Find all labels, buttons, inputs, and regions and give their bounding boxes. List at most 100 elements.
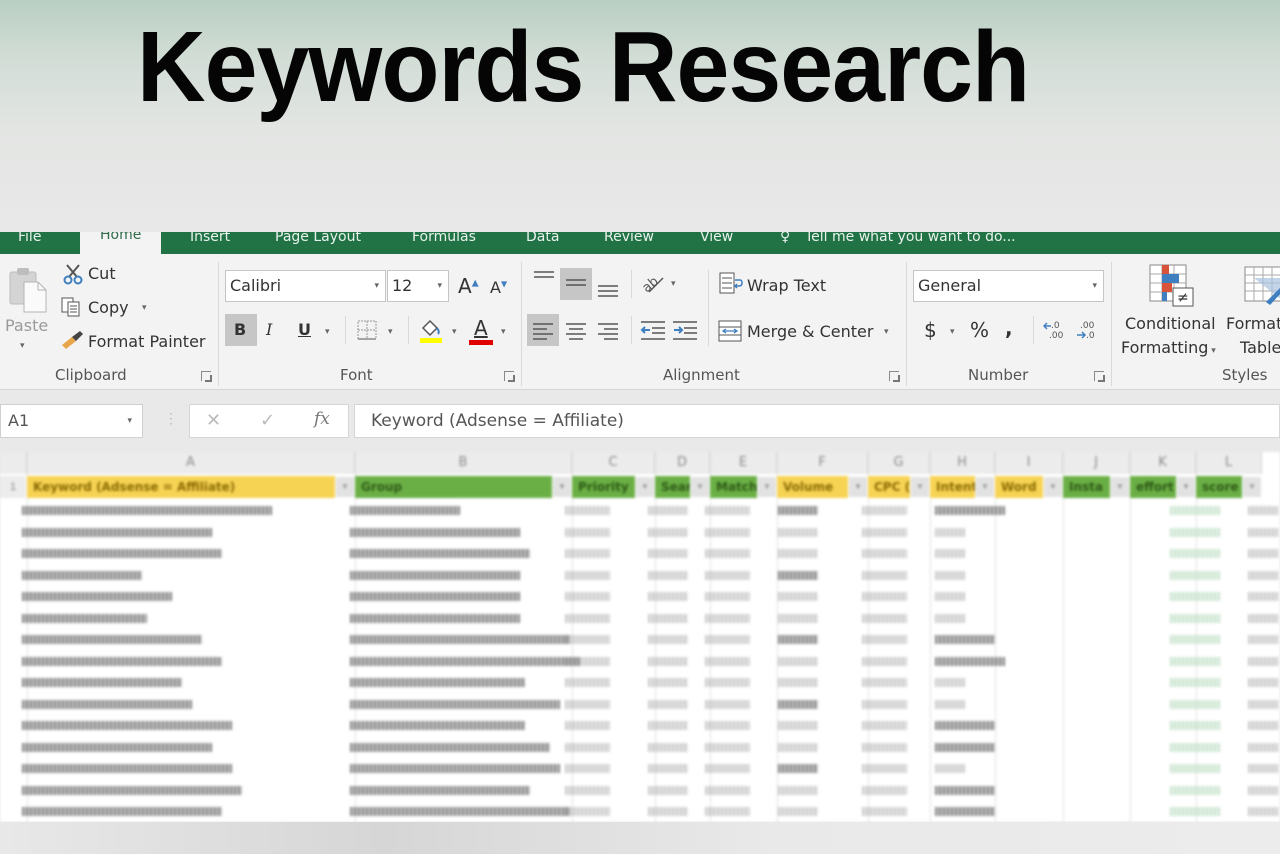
table-row[interactable] xyxy=(0,522,1280,543)
format-as-table-button-line2[interactable]: Table xyxy=(1240,338,1280,357)
bold-button[interactable]: B xyxy=(234,320,246,339)
merge-center-dropdown-arrow[interactable]: ▾ xyxy=(884,326,889,337)
number-format-select[interactable]: General ▾ xyxy=(913,270,1104,302)
header-cell-k[interactable]: effort xyxy=(1130,476,1176,498)
formula-input[interactable]: Keyword (Adsense = Affiliate) xyxy=(354,404,1280,438)
orientation-icon[interactable]: ab xyxy=(640,272,667,299)
format-painter-button[interactable]: Format Painter xyxy=(88,332,205,351)
conditional-formatting-button-line2[interactable]: Formatting ▾ xyxy=(1121,338,1216,357)
clipboard-launcher-icon[interactable] xyxy=(201,371,212,382)
header-cell-f[interactable]: Volume xyxy=(777,476,848,498)
tab-home[interactable]: Home xyxy=(80,232,162,254)
formula-bar-grip[interactable]: ⋮ xyxy=(164,410,178,427)
paste-icon[interactable] xyxy=(8,266,48,319)
tab-data[interactable]: Data xyxy=(526,232,559,254)
table-row[interactable] xyxy=(0,737,1280,758)
number-launcher-icon[interactable] xyxy=(1094,371,1105,382)
align-right-icon[interactable] xyxy=(597,322,619,345)
table-row[interactable] xyxy=(0,801,1280,822)
underline-button[interactable]: U xyxy=(298,320,311,339)
filter-dropdown-icon[interactable]: ▼ xyxy=(691,477,709,497)
font-color-dropdown-arrow[interactable]: ▾ xyxy=(501,326,506,337)
column-header-d[interactable]: D xyxy=(655,452,710,474)
tell-me-search[interactable]: Tell me what you want to do... xyxy=(805,232,1016,254)
tab-review[interactable]: Review xyxy=(604,232,654,254)
header-cell-i[interactable]: Word xyxy=(995,476,1043,498)
increase-decimal-icon[interactable]: .0.00 xyxy=(1042,318,1069,347)
table-row[interactable] xyxy=(0,694,1280,715)
paste-button[interactable]: Paste xyxy=(5,316,48,335)
row-header-1[interactable]: 1 xyxy=(0,476,26,498)
tab-formulas[interactable]: Formulas xyxy=(412,232,476,254)
currency-dropdown-arrow[interactable]: ▾ xyxy=(950,326,955,337)
percent-button[interactable]: % xyxy=(970,318,989,342)
bottom-align-icon[interactable] xyxy=(597,284,619,303)
middle-align-icon[interactable] xyxy=(565,278,587,297)
comma-style-button[interactable]: , xyxy=(1005,316,1013,340)
column-header-e[interactable]: E xyxy=(710,452,777,474)
borders-dropdown-arrow[interactable]: ▾ xyxy=(388,326,393,337)
column-header-g[interactable]: G xyxy=(868,452,930,474)
fill-color-icon[interactable] xyxy=(418,316,444,349)
cut-button[interactable]: Cut xyxy=(88,264,116,283)
tab-insert[interactable]: Insert xyxy=(190,232,230,254)
borders-icon[interactable] xyxy=(357,320,377,345)
increase-indent-icon[interactable] xyxy=(672,320,698,347)
filter-dropdown-icon[interactable]: ▼ xyxy=(1044,477,1062,497)
cancel-entry-button[interactable]: ✕ xyxy=(206,410,221,431)
font-launcher-icon[interactable] xyxy=(504,371,515,382)
tab-page-layout[interactable]: Page Layout xyxy=(275,232,361,254)
top-align-icon[interactable] xyxy=(533,270,555,289)
table-row[interactable] xyxy=(0,629,1280,650)
italic-button[interactable]: I xyxy=(266,320,272,339)
filter-dropdown-icon[interactable]: ▼ xyxy=(1111,477,1129,497)
copy-dropdown-arrow[interactable]: ▾ xyxy=(142,302,147,313)
format-as-table-button[interactable]: Format xyxy=(1226,314,1280,333)
column-header-h[interactable]: H xyxy=(930,452,995,474)
decrease-indent-icon[interactable] xyxy=(640,320,666,347)
decrease-decimal-icon[interactable]: .00.0 xyxy=(1074,318,1100,347)
table-row[interactable] xyxy=(0,651,1280,672)
filter-dropdown-icon[interactable]: ▼ xyxy=(336,477,354,497)
header-cell-a[interactable]: Keyword (Adsense = Affiliate) xyxy=(27,476,335,498)
merge-center-button[interactable]: Merge & Center xyxy=(747,322,873,341)
column-header-k[interactable]: K xyxy=(1130,452,1196,474)
paste-dropdown-arrow[interactable]: ▾ xyxy=(20,340,25,351)
filter-dropdown-icon[interactable]: ▼ xyxy=(1177,477,1195,497)
currency-button[interactable]: $ xyxy=(924,318,937,342)
align-center-icon[interactable] xyxy=(565,322,587,345)
align-left-icon[interactable] xyxy=(532,322,554,345)
table-row[interactable] xyxy=(0,500,1280,521)
header-cell-j[interactable]: Insta xyxy=(1063,476,1110,498)
font-name-select[interactable]: Calibri ▾ xyxy=(225,270,386,302)
grow-font-button[interactable]: A▲ xyxy=(458,274,479,298)
font-color-button[interactable]: A xyxy=(474,316,488,340)
table-row[interactable] xyxy=(0,565,1280,586)
header-cell-g[interactable]: CPC ( xyxy=(868,476,910,498)
filter-dropdown-icon[interactable]: ▼ xyxy=(911,477,929,497)
font-size-select[interactable]: 12 ▾ xyxy=(387,270,449,302)
column-header-i[interactable]: I xyxy=(995,452,1063,474)
spreadsheet-grid[interactable]: A B C D E F G H I J K L 1 Keyword (Adsense = Affiliat… xyxy=(0,452,1280,822)
column-header-b[interactable]: B xyxy=(355,452,572,474)
filter-dropdown-icon[interactable]: ▼ xyxy=(553,477,571,497)
copy-button[interactable]: Copy xyxy=(88,298,129,317)
header-cell-l[interactable]: score xyxy=(1196,476,1242,498)
table-row[interactable] xyxy=(0,608,1280,629)
column-header-l[interactable]: L xyxy=(1196,452,1262,474)
column-header-a[interactable]: A xyxy=(27,452,355,474)
conditional-formatting-button[interactable]: Conditional xyxy=(1125,314,1216,333)
table-row[interactable] xyxy=(0,780,1280,801)
header-cell-e[interactable]: Match xyxy=(710,476,757,498)
header-cell-d[interactable]: Searc xyxy=(655,476,690,498)
insert-function-button[interactable]: fx xyxy=(314,409,330,429)
filter-dropdown-icon[interactable]: ▼ xyxy=(976,477,994,497)
name-box[interactable]: A1 ▾ xyxy=(0,404,143,438)
fill-color-dropdown-arrow[interactable]: ▾ xyxy=(452,326,457,337)
filter-dropdown-icon[interactable]: ▼ xyxy=(849,477,867,497)
tab-file[interactable]: File xyxy=(18,232,41,254)
filter-dropdown-icon[interactable]: ▼ xyxy=(758,477,776,497)
table-row[interactable] xyxy=(0,586,1280,607)
shrink-font-button[interactable]: A▼ xyxy=(490,278,507,297)
tab-view[interactable]: View xyxy=(700,232,733,254)
